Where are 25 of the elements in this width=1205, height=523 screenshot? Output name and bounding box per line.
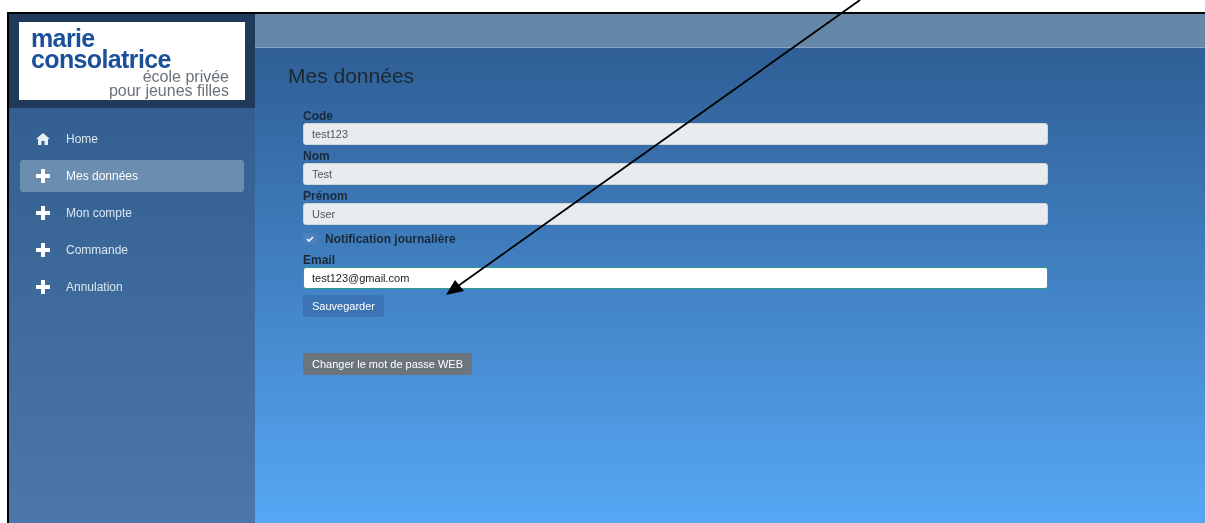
sidebar-item[interactable]: Mon compte: [20, 197, 244, 229]
home-icon: [36, 133, 50, 145]
logo-tagline: école privée: [141, 70, 230, 84]
plus-icon: [36, 206, 50, 220]
sidebar-item[interactable]: Commande: [20, 234, 244, 266]
page-title: Mes données: [288, 63, 416, 89]
plus-icon: [36, 280, 50, 294]
sidebar-item[interactable]: Mes données: [20, 160, 244, 192]
check-icon: [306, 235, 314, 242]
logo-name: marie: [31, 28, 95, 49]
input-field[interactable]: test123@gmail.com: [303, 266, 1048, 289]
sidebar-item[interactable]: Home: [20, 123, 244, 155]
logo-tagline: pour jeunes filles: [107, 84, 230, 98]
save-button[interactable]: Sauvegarder: [303, 294, 384, 317]
change-password-button[interactable]: Changer le mot de passe WEB: [303, 353, 473, 375]
plus-icon: [36, 169, 50, 183]
field-label: Email: [303, 252, 336, 267]
checkbox[interactable]: [303, 232, 317, 245]
plus-icon: [36, 243, 50, 257]
sidebar-item[interactable]: Annulation: [20, 271, 244, 303]
logo-name: consolatrice: [31, 49, 171, 70]
field-label: Nom: [303, 148, 331, 163]
field-label: Code: [303, 108, 334, 123]
checkbox-label: Notification journalière: [325, 230, 456, 248]
field-label: Prénom: [303, 188, 349, 203]
